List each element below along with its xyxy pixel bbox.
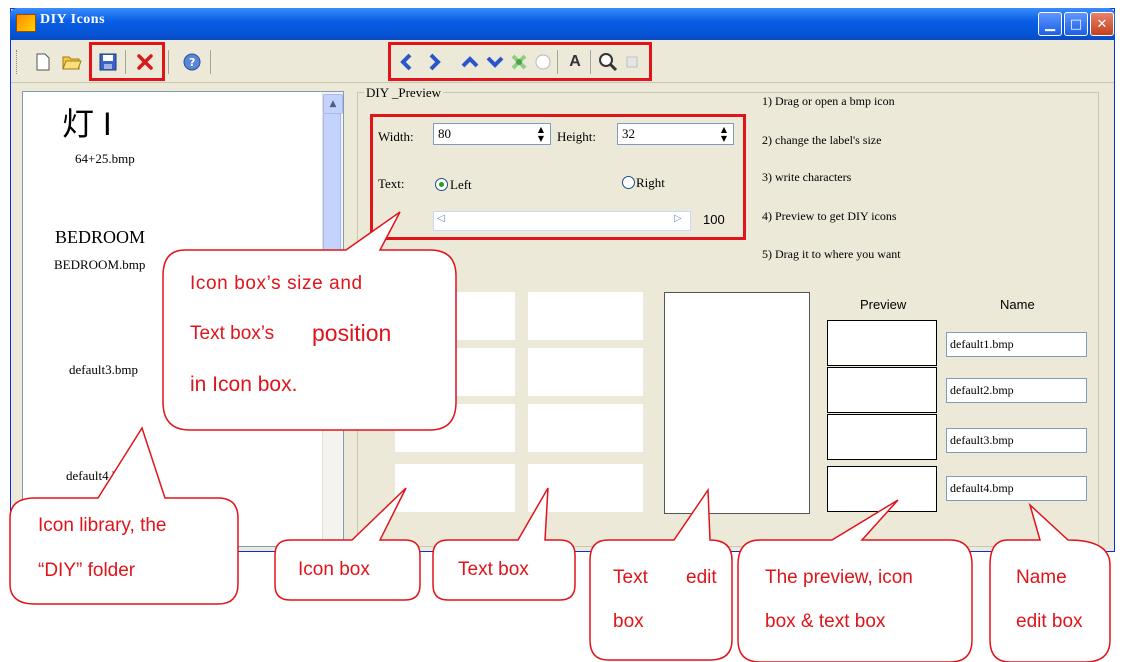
callout-size-line4: in Icon box. (190, 373, 298, 396)
callout-icon-box (274, 487, 421, 601)
callout-text-box-text: Text box (458, 559, 529, 580)
callout-icon-box-text: Icon box (298, 559, 370, 580)
callout-text-edit-line2: edit (686, 567, 717, 588)
callout-size-line2: Text box’s (190, 323, 275, 344)
callout-text-edit-line3: box (613, 611, 644, 632)
callout-shapes (9, 211, 1111, 662)
callout-text-box (432, 487, 576, 601)
callout-library-line1: Icon library, the (38, 515, 167, 536)
callout-name-line2: edit box (1016, 611, 1083, 632)
callout-name-line1: Name (1016, 567, 1067, 588)
callout-size-line3: position (312, 320, 392, 346)
callout-preview-line2: box & text box (765, 611, 886, 632)
callout-library-line2: “DIY” folder (38, 560, 136, 581)
callout-size-position (162, 211, 457, 431)
callout-preview-line1: The preview, icon (765, 567, 913, 588)
callout-text-edit-line1: Text (613, 567, 648, 588)
callout-size-line1: Icon box’s size and (190, 273, 363, 294)
